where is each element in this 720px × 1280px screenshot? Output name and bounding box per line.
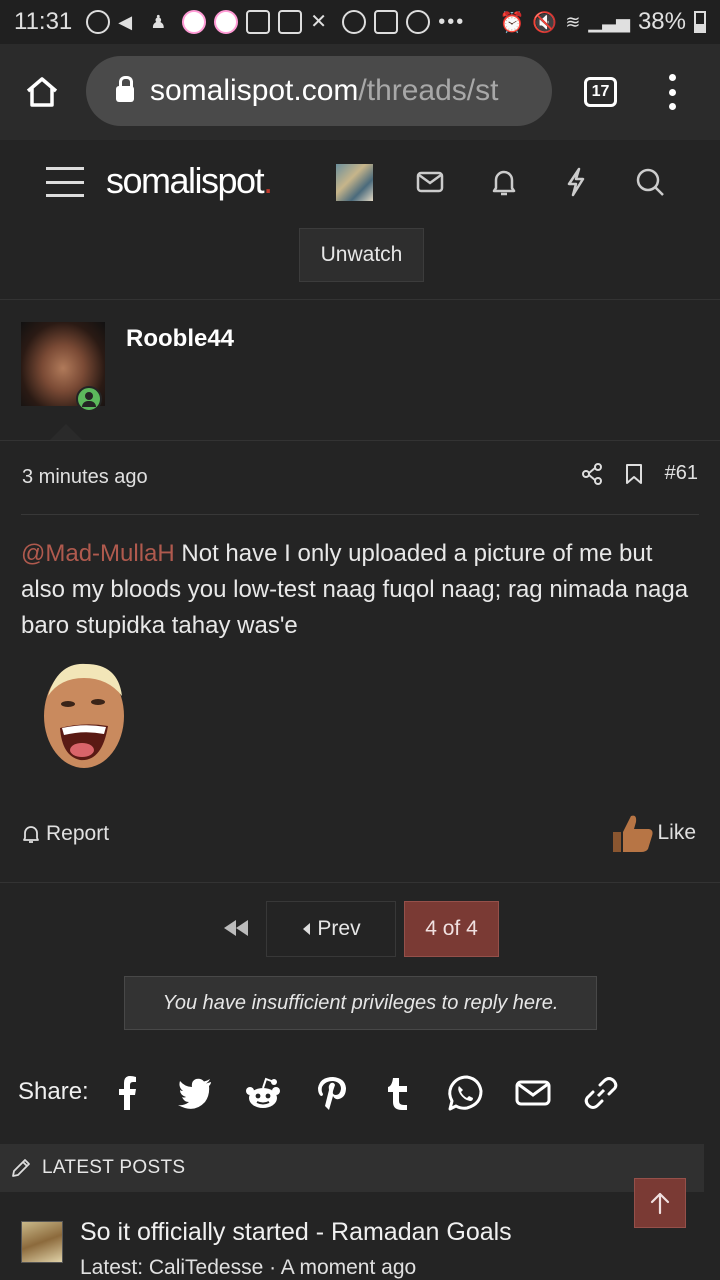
browser-toolbar: somalispot.com/threads/st 17 bbox=[0, 44, 720, 140]
home-icon bbox=[26, 77, 58, 107]
whatsapp-icon[interactable] bbox=[446, 1074, 484, 1112]
user-mention[interactable]: @Mad-MullaH bbox=[21, 540, 175, 567]
volume-icon: ◀ bbox=[118, 12, 133, 32]
reddit-icon[interactable] bbox=[244, 1074, 282, 1112]
current-page-button[interactable]: 4 of 4 bbox=[404, 901, 499, 957]
gmail-icon bbox=[246, 10, 271, 34]
app-icon bbox=[406, 10, 431, 34]
latest-post-thumbnail[interactable] bbox=[21, 1221, 63, 1263]
like-button[interactable]: Like bbox=[611, 812, 696, 854]
facebook-icon[interactable] bbox=[108, 1074, 146, 1112]
app-notification-icon-2 bbox=[214, 10, 239, 34]
bookmark-icon[interactable] bbox=[625, 463, 643, 485]
post-content: @Mad-MullaH Not have I only uploaded a p… bbox=[21, 536, 701, 644]
latest-post-meta[interactable]: Latest: CaliTedesse · A moment ago bbox=[80, 1256, 416, 1280]
status-time: 11:31 bbox=[14, 8, 73, 35]
wifi-icon: ≋ bbox=[565, 11, 581, 32]
chrome-notification-icon bbox=[86, 10, 111, 34]
prev-page-button[interactable]: Prev bbox=[266, 901, 396, 957]
snapchat-icon: ♟ bbox=[150, 12, 167, 32]
scroll-to-top-button[interactable] bbox=[634, 1178, 686, 1228]
alarm-icon: ⏰ bbox=[499, 11, 525, 34]
address-bar[interactable]: somalispot.com/threads/st bbox=[86, 56, 552, 126]
pencil-icon bbox=[12, 1159, 30, 1177]
caret-left-icon bbox=[303, 923, 311, 935]
prev-label: Prev bbox=[317, 917, 361, 940]
unwatch-button[interactable]: Unwatch bbox=[299, 228, 424, 282]
email-icon[interactable] bbox=[514, 1074, 552, 1112]
battery-icon bbox=[694, 11, 706, 33]
browser-menu-button[interactable] bbox=[660, 74, 684, 110]
latest-post-title[interactable]: So it officially started - Ramadan Goals bbox=[80, 1218, 512, 1247]
mute-icon: 🔇 bbox=[532, 11, 558, 34]
signal-icon: ▁▃▅ bbox=[588, 11, 630, 32]
divider bbox=[21, 514, 699, 515]
logo-dot: . bbox=[263, 160, 273, 201]
search-icon[interactable] bbox=[632, 164, 668, 200]
link-icon[interactable] bbox=[582, 1074, 620, 1112]
facebook-icon bbox=[374, 10, 399, 34]
post-timestamp[interactable]: 3 minutes ago bbox=[22, 466, 148, 489]
twitter-icon[interactable] bbox=[176, 1074, 214, 1112]
latest-posts-heading: LATEST POSTS bbox=[42, 1157, 186, 1178]
site-header: somalispot. bbox=[0, 140, 720, 224]
url-host: somalispot.com bbox=[150, 74, 359, 107]
inbox-icon[interactable] bbox=[412, 164, 448, 200]
notification-icons: ◀ ♟ ✕ ••• bbox=[86, 10, 499, 34]
report-label: Report bbox=[46, 822, 110, 845]
report-button[interactable]: Report bbox=[22, 822, 109, 846]
divider bbox=[0, 299, 720, 300]
lightning-icon[interactable] bbox=[558, 164, 594, 200]
user-avatar[interactable] bbox=[336, 164, 373, 201]
message-arrow bbox=[50, 424, 82, 440]
latest-posts-header: LATEST POSTS bbox=[0, 1144, 704, 1192]
post-username[interactable]: Rooble44 bbox=[126, 325, 234, 353]
bell-icon bbox=[23, 826, 39, 843]
post-number[interactable]: #61 bbox=[665, 462, 698, 485]
missed-call-icon: ✕ bbox=[310, 11, 328, 33]
pinterest-icon[interactable] bbox=[312, 1074, 350, 1112]
bell-icon[interactable] bbox=[486, 164, 522, 200]
reply-restriction-notice: You have insufficient privileges to repl… bbox=[124, 976, 597, 1030]
status-bar: 11:31 ◀ ♟ ✕ ••• ⏰ 🔇 ≋ ▁▃▅ 38% bbox=[0, 0, 720, 44]
post-actions: #61 bbox=[581, 462, 698, 485]
messenger-icon bbox=[342, 10, 367, 34]
share-post-icon[interactable] bbox=[581, 462, 603, 485]
share-label: Share: bbox=[18, 1078, 89, 1105]
url-path: /threads/st bbox=[358, 74, 499, 107]
laughing-face-emoji bbox=[44, 663, 124, 768]
divider bbox=[0, 882, 720, 883]
tab-switcher-button[interactable]: 17 bbox=[584, 77, 617, 107]
online-status-icon bbox=[76, 386, 102, 412]
system-indicators: ⏰ 🔇 ≋ ▁▃▅ 38% bbox=[500, 8, 706, 36]
arrow-up-icon bbox=[650, 1192, 670, 1215]
hamburger-menu-icon[interactable] bbox=[46, 167, 84, 197]
thumbs-up-icon bbox=[613, 815, 654, 852]
battery-percent: 38% bbox=[637, 8, 686, 35]
first-page-icon[interactable] bbox=[222, 918, 250, 938]
lock-icon bbox=[116, 76, 134, 102]
logo-text: somalispot bbox=[106, 160, 265, 201]
divider bbox=[0, 440, 720, 441]
mail-icon bbox=[278, 10, 303, 34]
more-notifications-icon: ••• bbox=[438, 10, 466, 33]
app-notification-icon bbox=[182, 10, 207, 34]
home-button[interactable] bbox=[0, 44, 84, 140]
tumblr-icon[interactable] bbox=[380, 1074, 418, 1112]
like-label: Like bbox=[657, 821, 696, 844]
site-logo[interactable]: somalispot. bbox=[106, 160, 273, 202]
